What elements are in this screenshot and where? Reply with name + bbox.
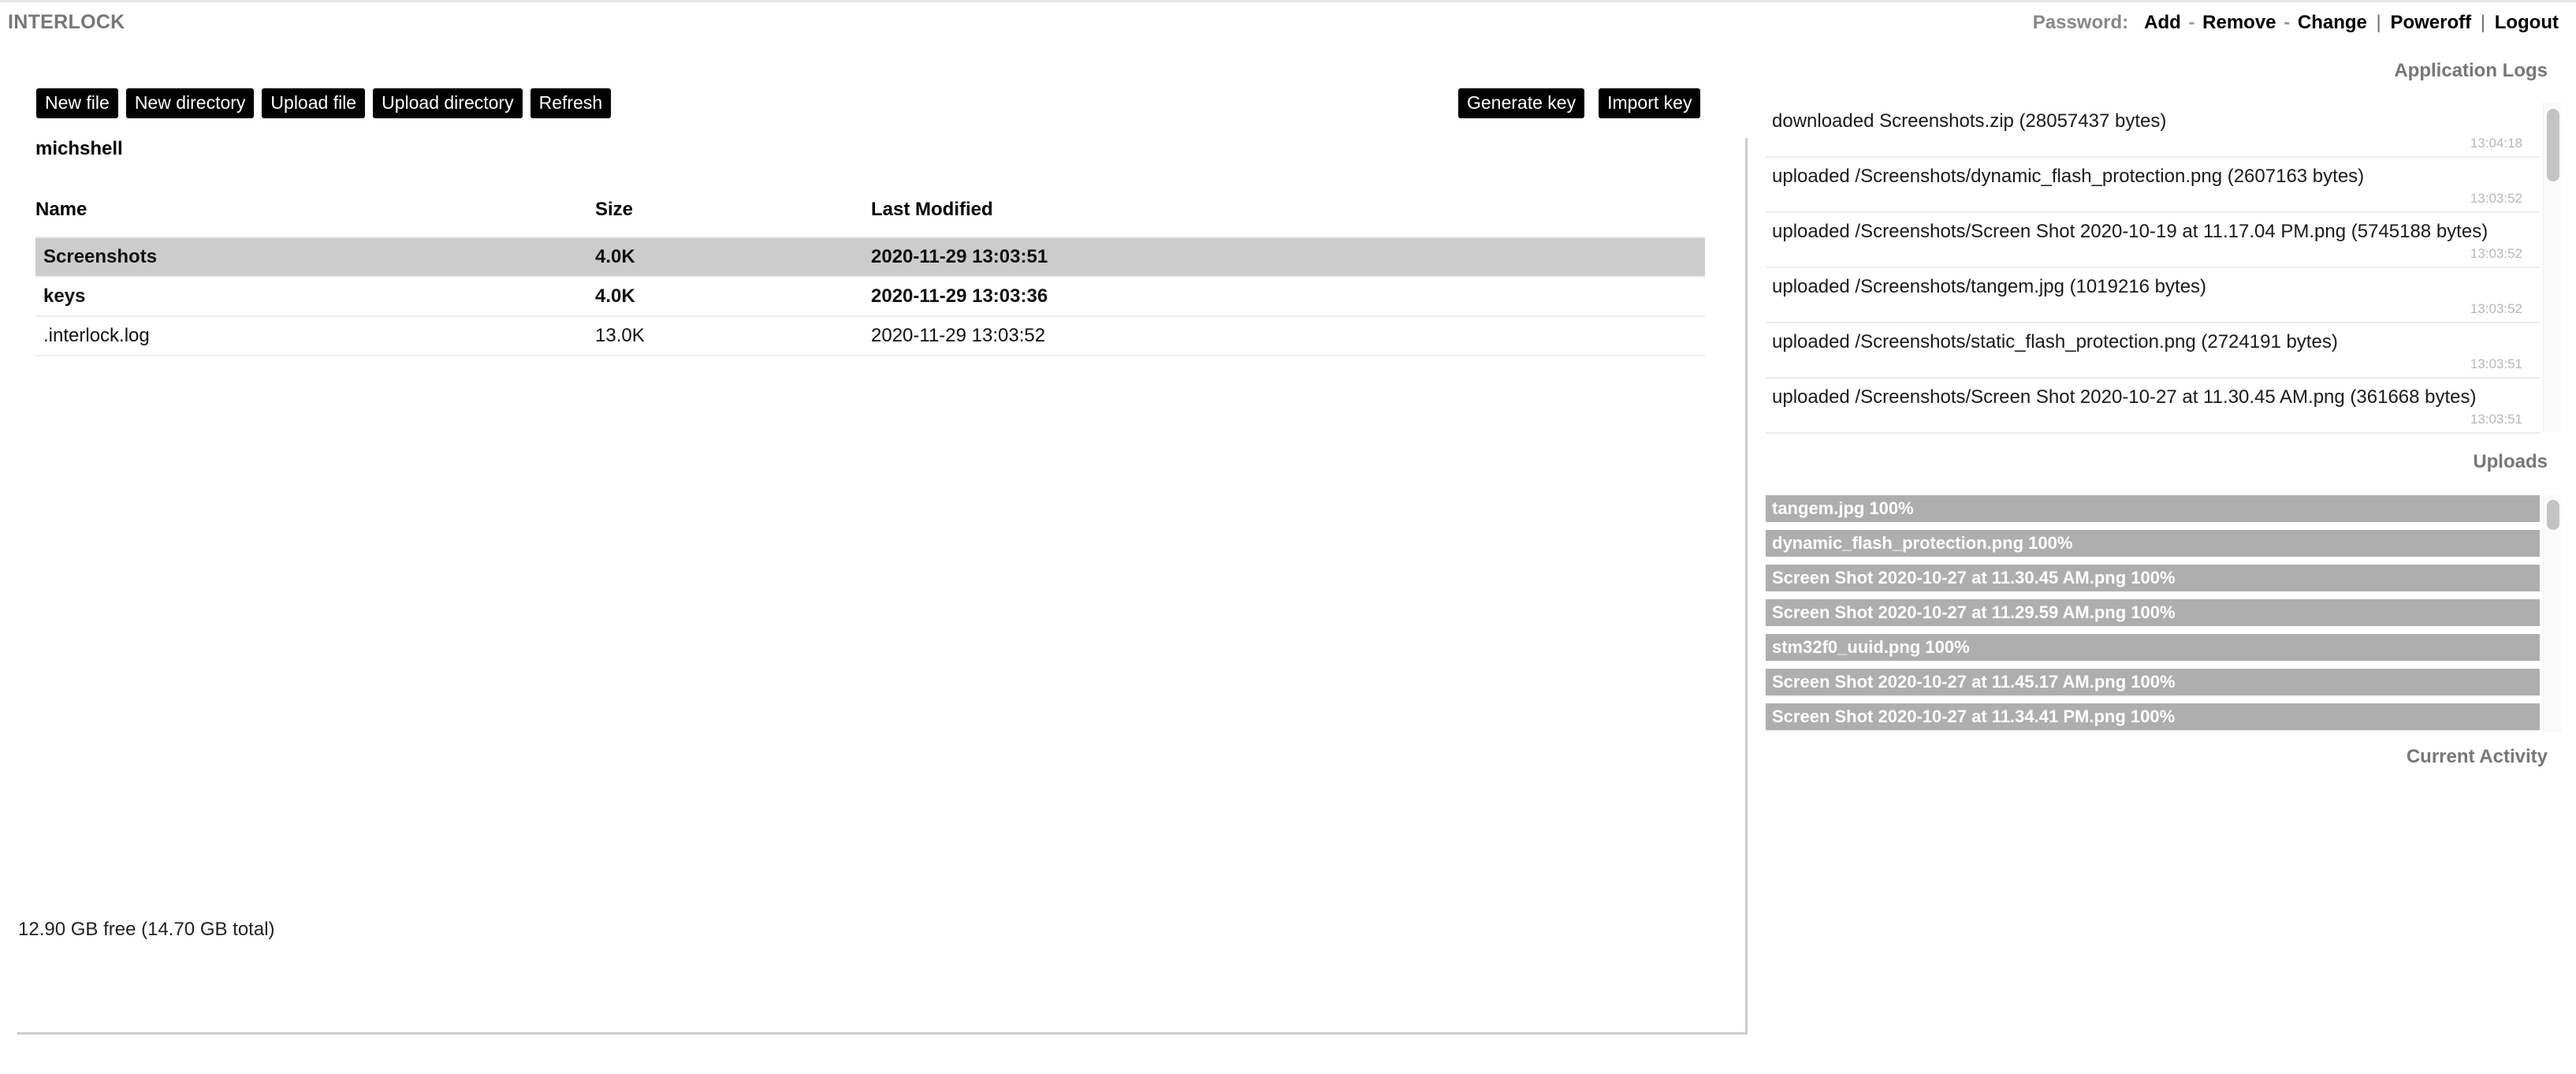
file-browser-panel: michshell Name Size Last Modified Screen… bbox=[17, 138, 1748, 1035]
logout-link[interactable]: Logout bbox=[2495, 12, 2559, 33]
log-message: downloaded Screenshots.zip (28057437 byt… bbox=[1772, 110, 2167, 132]
column-header-size[interactable]: Size bbox=[595, 199, 871, 238]
log-entry: uploaded /Screenshots/dynamic_flash_prot… bbox=[1766, 158, 2540, 213]
table-row[interactable]: Screenshots 4.0K 2020-11-29 13:03:51 bbox=[35, 237, 1705, 278]
upload-progress-bar: dynamic_flash_protection.png 100% bbox=[1766, 530, 2540, 557]
log-message: uploaded /Screenshots/static_flash_prote… bbox=[1772, 331, 2338, 352]
file-modified-cell: 2020-11-29 13:03:51 bbox=[871, 237, 1705, 278]
log-message: uploaded /Screenshots/tangem.jpg (101921… bbox=[1772, 276, 2207, 297]
log-message: uploaded /Screenshots/dynamic_flash_prot… bbox=[1772, 166, 2365, 187]
upload-progress-label: Screen Shot 2020-10-27 at 11.45.17 AM.pn… bbox=[1772, 672, 2176, 692]
key-actions-group: Generate key Import key bbox=[1458, 88, 1714, 118]
upload-progress-label: Screen Shot 2020-10-27 at 11.34.41 PM.pn… bbox=[1772, 707, 2176, 726]
file-actions-group: New file New directory Upload file Upload d… bbox=[36, 88, 619, 118]
side-column: Application Logs downloaded Screenshots.… bbox=[1766, 60, 2562, 878]
log-entry: uploaded /Screenshots/static_flash_prote… bbox=[1766, 323, 2540, 379]
log-message: uploaded /Screenshots/Screen Shot 2020-1… bbox=[1772, 221, 2489, 242]
application-logs-list: downloaded Screenshots.zip (28057437 byt… bbox=[1766, 103, 2540, 434]
log-timestamp: 13:04:18 bbox=[2470, 136, 2522, 151]
upload-progress-label: stm32f0_uuid.png 100% bbox=[1772, 637, 1970, 657]
password-add-link[interactable]: Add bbox=[2144, 12, 2181, 33]
poweroff-link[interactable]: Poweroff bbox=[2390, 12, 2471, 33]
log-timestamp: 13:03:51 bbox=[2470, 412, 2522, 427]
app-brand-title: INTERLOCK bbox=[8, 11, 125, 33]
log-timestamp: 13:03:52 bbox=[2470, 246, 2522, 261]
file-name-cell: .interlock.log bbox=[35, 316, 595, 356]
table-row[interactable]: .interlock.log 13.0K 2020-11-29 13:03:52 bbox=[35, 316, 1705, 356]
upload-progress-row: Screen Shot 2020-10-27 at 11.29.59 AM.pn… bbox=[1766, 599, 2540, 626]
upload-progress-row: Screen Shot 2020-10-27 at 11.45.17 AM.pn… bbox=[1766, 669, 2540, 695]
uploads-panel: tangem.jpg 100% dynamic_flash_protection.… bbox=[1766, 495, 2562, 732]
uploads-heading: Uploads bbox=[2473, 451, 2548, 472]
nav-separator-dash: - bbox=[2284, 12, 2291, 33]
account-nav: Password: Add - Remove - Change | Powero… bbox=[2033, 13, 2559, 33]
file-modified-cell: 2020-11-29 13:03:52 bbox=[871, 316, 1705, 356]
upload-progress-label: Screen Shot 2020-10-27 at 11.29.59 AM.pn… bbox=[1772, 602, 2176, 622]
file-list-body: Screenshots 4.0K 2020-11-29 13:03:51 keys 4.… bbox=[35, 237, 1705, 356]
upload-progress-row: Screen Shot 2020-10-27 at 11.34.41 PM.pn… bbox=[1766, 703, 2540, 730]
upload-progress-bar: Screen Shot 2020-10-27 at 11.45.17 AM.pn… bbox=[1766, 669, 2540, 695]
import-key-button[interactable]: Import key bbox=[1599, 88, 1701, 118]
password-change-link[interactable]: Change bbox=[2298, 12, 2367, 33]
password-remove-link[interactable]: Remove bbox=[2202, 12, 2276, 33]
uploads-scrollbar-track[interactable] bbox=[2543, 495, 2562, 732]
log-timestamp: 13:03:52 bbox=[2470, 191, 2522, 206]
log-entry: downloaded Screenshots.zip (28057437 byt… bbox=[1766, 103, 2540, 158]
logs-scrollbar-thumb[interactable] bbox=[2547, 109, 2559, 181]
file-size-cell: 13.0K bbox=[595, 316, 871, 356]
file-name-cell: keys bbox=[35, 277, 595, 317]
password-label: Password: bbox=[2032, 12, 2129, 33]
file-list-table: Name Size Last Modified Screenshots 4.0K 2… bbox=[35, 199, 1705, 356]
file-size-cell: 4.0K bbox=[595, 237, 871, 278]
current-activity-panel bbox=[1766, 784, 2562, 878]
current-activity-heading: Current Activity bbox=[2406, 746, 2548, 767]
log-entry: uploaded /Screenshots/Screen Shot 2020-1… bbox=[1766, 213, 2540, 268]
logs-scrollbar-track[interactable] bbox=[2543, 103, 2562, 432]
application-logs-panel: downloaded Screenshots.zip (28057437 byt… bbox=[1766, 103, 2562, 434]
upload-file-button[interactable]: Upload file bbox=[262, 88, 366, 118]
new-file-button[interactable]: New file bbox=[36, 88, 118, 118]
upload-progress-row: stm32f0_uuid.png 100% bbox=[1766, 634, 2540, 661]
upload-progress-label: dynamic_flash_protection.png 100% bbox=[1772, 533, 2073, 553]
application-logs-heading: Application Logs bbox=[2394, 60, 2548, 81]
upload-progress-bar: tangem.jpg 100% bbox=[1766, 495, 2540, 522]
upload-directory-button[interactable]: Upload directory bbox=[373, 88, 523, 118]
upload-progress-row: Screen Shot 2020-10-27 at 11.30.45 AM.pn… bbox=[1766, 565, 2540, 591]
disk-usage-status: 12.90 GB free (14.70 GB total) bbox=[18, 919, 275, 940]
upload-progress-label: tangem.jpg 100% bbox=[1772, 498, 1914, 518]
nav-separator-pipe: | bbox=[2480, 12, 2486, 33]
uploads-scrollbar-thumb[interactable] bbox=[2547, 500, 2559, 530]
upload-progress-bar: Screen Shot 2020-10-27 at 11.30.45 AM.pn… bbox=[1766, 565, 2540, 591]
column-header-modified[interactable]: Last Modified bbox=[871, 199, 1705, 238]
upload-progress-label: Screen Shot 2020-10-27 at 11.30.45 AM.pn… bbox=[1772, 568, 2176, 587]
upload-progress-row: tangem.jpg 100% bbox=[1766, 495, 2540, 522]
app-header: INTERLOCK Password: Add - Remove - Chang… bbox=[0, 11, 2576, 43]
upload-progress-bar: Screen Shot 2020-10-27 at 11.34.41 PM.pn… bbox=[1766, 703, 2540, 730]
log-message: uploaded /Screenshots/Screen Shot 2020-1… bbox=[1772, 386, 2477, 408]
refresh-button[interactable]: Refresh bbox=[530, 88, 612, 118]
log-timestamp: 13:03:51 bbox=[2470, 356, 2522, 371]
uploads-list: tangem.jpg 100% dynamic_flash_protection.… bbox=[1766, 495, 2540, 732]
nav-separator-dash: - bbox=[2188, 12, 2195, 33]
table-row[interactable]: keys 4.0K 2020-11-29 13:03:36 bbox=[35, 277, 1705, 317]
generate-key-button[interactable]: Generate key bbox=[1458, 88, 1585, 118]
upload-progress-bar: Screen Shot 2020-10-27 at 11.29.59 AM.pn… bbox=[1766, 599, 2540, 626]
file-size-cell: 4.0K bbox=[595, 277, 871, 317]
file-modified-cell: 2020-11-29 13:03:36 bbox=[871, 277, 1705, 317]
current-path-title: michshell bbox=[35, 138, 123, 159]
log-entry: uploaded /Screenshots/Screen Shot 2020-1… bbox=[1766, 379, 2540, 434]
upload-progress-row: dynamic_flash_protection.png 100% bbox=[1766, 530, 2540, 557]
column-header-name[interactable]: Name bbox=[35, 199, 595, 238]
new-directory-button[interactable]: New directory bbox=[125, 88, 255, 118]
table-header-row: Name Size Last Modified bbox=[35, 199, 1705, 238]
log-entry: uploaded /Screenshots/tangem.jpg (101921… bbox=[1766, 268, 2540, 323]
upload-progress-bar: stm32f0_uuid.png 100% bbox=[1766, 634, 2540, 661]
log-timestamp: 13:03:52 bbox=[2470, 301, 2522, 316]
main-toolbar: New file New directory Upload file Upload d… bbox=[0, 88, 1746, 123]
file-name-cell: Screenshots bbox=[35, 237, 595, 278]
top-divider bbox=[0, 0, 2576, 2]
nav-separator-pipe: | bbox=[2376, 12, 2381, 33]
